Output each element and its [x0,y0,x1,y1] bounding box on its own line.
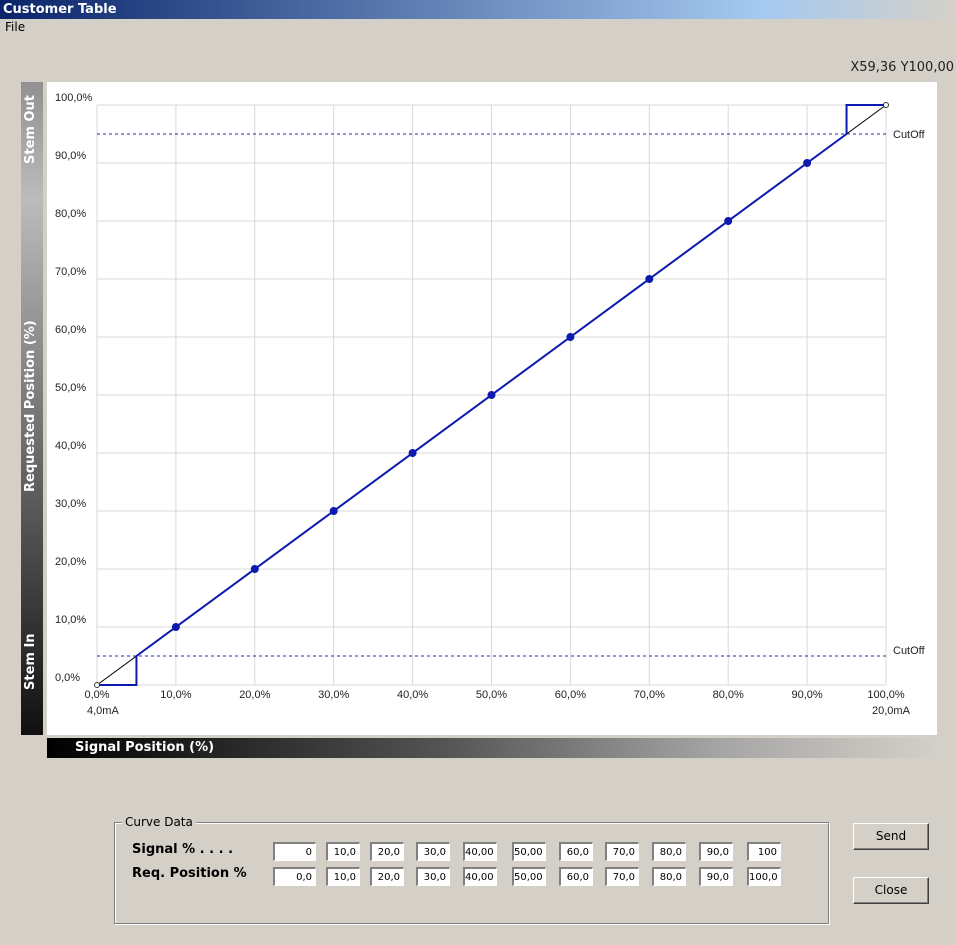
x-tick-label: 80,0% [713,689,744,701]
chart-plot-area[interactable]: 0,0% 10,0% 20,0% 30,0% 40,0% 50,0% 60,0% 70,0% 8… [47,82,937,735]
position-row-label: Req. Position % [132,866,247,881]
x-tick-label: 40,0% [397,689,428,701]
signal-input-4[interactable]: 40,00 [463,842,497,861]
y-tick-label: 90,0% [55,150,86,162]
signal-input-1[interactable]: 10,0 [326,842,360,861]
position-input-5[interactable]: 50,00 [512,867,546,886]
signal-row-label: Signal % . . . . [132,842,234,857]
x-tick-label: 30,0% [318,689,349,701]
y-tick-label: 30,0% [55,498,86,510]
ma-low-label: 4,0mA [87,705,119,717]
y-axis-strip: Stem Out Requested Position (%) Stem In [21,82,43,735]
cutoff-low-label: CutOff [893,645,926,657]
y-tick-label: 50,0% [55,382,86,394]
send-button[interactable]: Send [853,823,929,850]
position-input-7[interactable]: 70,0 [605,867,639,886]
curve-point-4 [408,449,417,457]
y-tick-label: 40,0% [55,440,86,452]
cursor-coordinates: X59,36 Y100,00 [850,60,954,75]
signal-input-6[interactable]: 60,0 [559,842,593,861]
position-input-9[interactable]: 90,0 [699,867,733,886]
x-tick-label: 10,0% [160,689,191,701]
curve-point-5 [487,391,496,399]
signal-position-label: Signal Position (%) [75,740,215,755]
curve-data-title: Curve Data [122,815,196,829]
curve-point-0 [94,682,100,688]
curve-point-8 [724,217,733,225]
position-input-4[interactable]: 40,00 [463,867,497,886]
y-tick-label: 70,0% [55,266,86,278]
curve-point-1 [171,623,180,631]
menu-bar: File [0,19,956,37]
x-tick-label: 100,0% [867,689,905,701]
signal-input-8[interactable]: 80,0 [652,842,686,861]
cutoff-high-label: CutOff [893,129,926,141]
x-tick-label: 70,0% [634,689,665,701]
signal-input-0[interactable]: 0 [273,842,316,861]
position-input-10[interactable]: 100,0 [747,867,781,886]
x-tick-label: 0,0% [84,689,109,701]
y-tick-label: 20,0% [55,556,86,568]
requested-position-label: Requested Position (%) [23,320,38,492]
title-bar: Customer Table [0,0,956,19]
curve-point-7 [645,275,654,283]
stem-out-label: Stem Out [23,95,38,164]
menu-file[interactable]: File [5,20,25,34]
signal-input-2[interactable]: 20,0 [370,842,404,861]
x-tick-label: 90,0% [791,689,822,701]
curve-point-3 [329,507,338,515]
curve-point-10 [883,102,889,108]
y-tick-label: 0,0% [55,672,80,684]
x-tick-label: 50,0% [476,689,507,701]
signal-input-7[interactable]: 70,0 [605,842,639,861]
curve-point-2 [250,565,259,573]
position-input-2[interactable]: 20,0 [370,867,404,886]
chart-svg: 0,0% 10,0% 20,0% 30,0% 40,0% 50,0% 60,0% 70,0% 8… [55,92,926,717]
y-tick-label: 80,0% [55,208,86,220]
stem-in-label: Stem In [23,633,38,690]
position-input-8[interactable]: 80,0 [652,867,686,886]
x-axis-strip: Signal Position (%) [47,738,937,758]
window-title: Customer Table [3,2,117,17]
y-tick-label: 60,0% [55,324,86,336]
position-input-0[interactable]: 0,0 [273,867,316,886]
y-tick-label: 100,0% [55,92,93,104]
curve-point-6 [566,333,575,341]
signal-input-3[interactable]: 30,0 [416,842,450,861]
signal-input-5[interactable]: 50,00 [512,842,546,861]
signal-input-10[interactable]: 100 [747,842,781,861]
position-input-3[interactable]: 30,0 [416,867,450,886]
signal-input-9[interactable]: 90,0 [699,842,733,861]
ma-high-label: 20,0mA [872,705,911,717]
x-tick-label: 20,0% [239,689,270,701]
curve-point-9 [803,159,812,167]
position-input-6[interactable]: 60,0 [559,867,593,886]
close-button[interactable]: Close [853,877,929,904]
x-tick-label: 60,0% [555,689,586,701]
y-tick-label: 10,0% [55,614,86,626]
position-input-1[interactable]: 10,0 [326,867,360,886]
